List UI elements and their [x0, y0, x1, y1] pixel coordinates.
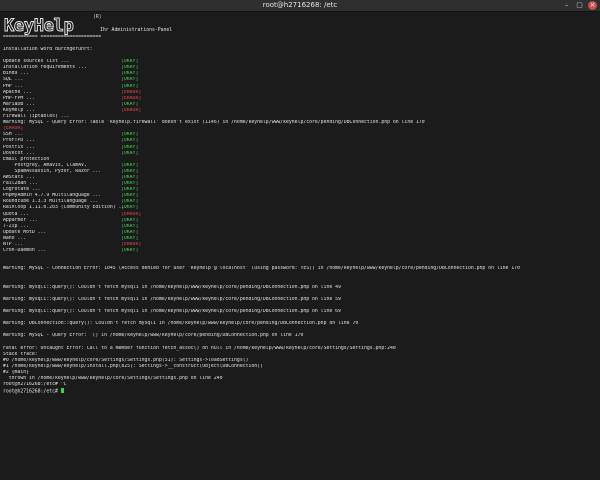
line-text: Installation word durchgeführt:	[3, 47, 93, 52]
line-text: #0 /home/keyhelp/www/keyhelp/core/Settin…	[3, 357, 249, 363]
status-badge: [OKAY]	[121, 77, 139, 83]
status-badge: [OKAY]	[121, 187, 139, 193]
line-text: Warning: mysqli::query(): Couldn't fetch…	[3, 284, 341, 290]
status-badge: [OKAY]	[121, 174, 139, 180]
line-text: Email protection	[3, 156, 50, 162]
line-text: Warning: mysqli::query(): Couldn't fetch…	[3, 296, 341, 302]
header-separator: ============ =====================	[3, 35, 102, 40]
status-badge: [OKAY]	[121, 65, 139, 71]
window-titlebar: root@h2716268: /etc – ▢ ×	[0, 0, 600, 12]
status-badge: [OKAY]	[121, 223, 139, 229]
close-icon[interactable]: ×	[588, 1, 597, 10]
line-text: #1 /home/keyhelp/www/keyhelp/install.php…	[3, 363, 263, 369]
task-label: Cron-Daemon ...	[3, 248, 47, 254]
status-badge: [OKAY]	[121, 83, 139, 89]
svg-text:KeyHelp: KeyHelp	[4, 16, 74, 36]
line-text: Warning: DBConnection::query(): Couldn't…	[3, 321, 359, 327]
line-text: Stack trace:	[3, 351, 38, 357]
status-badge: [OKAY]	[121, 168, 139, 174]
line-text: Firewall (iptables) ...	[3, 114, 70, 120]
maximize-icon[interactable]: ▢	[575, 1, 584, 10]
status-badge: [OKAY]	[121, 144, 139, 150]
line-text: Warning: mysqli::query(): Couldn't fetch…	[3, 309, 341, 315]
status-badge: [ERROR]	[121, 89, 142, 95]
panel-title: Ihr Administrations-Panel	[100, 28, 173, 33]
status-badge: [OKAY]	[121, 181, 139, 187]
status-badge: [OKAY]	[121, 217, 139, 223]
output-line: Warning: MySQL - Connection Error: 1045 …	[3, 266, 597, 272]
output-lines: Installation word durchgeführt: Update so…	[3, 47, 597, 394]
status-badge: [OKAY]	[121, 248, 139, 254]
status-badge: [OKAY]	[121, 162, 139, 168]
text-cursor	[60, 388, 64, 394]
line-text: [ERROR]	[3, 126, 24, 132]
keyhelp-logo: KeyHelp	[4, 16, 75, 36]
status-badge: [OKAY]	[121, 235, 139, 241]
status-badge: [OKAY]	[121, 199, 139, 205]
line-text: Warning: MySQL - Query Error: () in /hom…	[3, 333, 304, 339]
shell-prompt: root@h2716268:/etc#	[3, 389, 61, 395]
status-badge: [OKAY]	[121, 59, 139, 65]
minimize-icon[interactable]: –	[562, 1, 571, 10]
status-badge: [ERROR]	[121, 95, 142, 101]
line-text: Fatal error: Uncaught Error: Call to a m…	[3, 345, 396, 351]
window-title: root@h2716268: /etc	[262, 1, 338, 9]
status-badge: [ERROR]	[121, 242, 142, 247]
line-text: thrown in /home/keyhelp/www/keyhelp/core…	[3, 376, 223, 382]
output-line: root@h2716268:/etc#	[3, 388, 597, 394]
line-text: root@h2716268:/etc# ^C	[3, 382, 67, 388]
registered-mark: (R)	[93, 15, 102, 20]
status-badge: [OKAY]	[121, 132, 139, 138]
status-badge: [OKAY]	[121, 101, 139, 107]
status-badge: [OKAY]	[121, 138, 139, 144]
line-text: Warning: MySQL - Query Error: Table 'key…	[3, 120, 425, 126]
line-text: #2 {main}	[3, 369, 29, 375]
status-badge: [OKAY]	[121, 205, 139, 211]
terminal-output[interactable]: KeyHelp (R) Ihr Administrations-Panel ==…	[0, 12, 600, 480]
status-badge: [ERROR]	[121, 107, 142, 113]
status-badge: [OKAY]	[121, 193, 139, 199]
window-controls: – ▢ ×	[562, 1, 597, 10]
status-badge: [OKAY]	[121, 71, 139, 77]
line-text: Warning: MySQL - Connection Error: 1045 …	[3, 266, 520, 272]
status-badge: [ERROR]	[121, 211, 142, 217]
status-badge: [OKAY]	[121, 150, 139, 156]
status-badge: [OKAY]	[121, 229, 139, 235]
